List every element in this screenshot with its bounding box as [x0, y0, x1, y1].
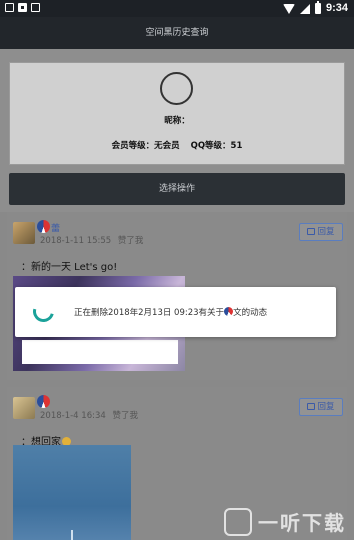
battery-icon [314, 1, 321, 14]
nickname-label: 昵称： [164, 116, 190, 126]
post-date: 2018-1-4 16:34 [40, 411, 106, 421]
post-meta: 2018-1-11 15:55 赞了我 [40, 234, 143, 246]
wifi-icon [282, 3, 295, 14]
watermark-logo-icon [224, 507, 252, 536]
post-image[interactable] [13, 445, 131, 540]
vip-badge-icon [37, 395, 50, 408]
vip-badge-icon [37, 220, 50, 233]
loading-toast: 正在删除2018年2月13日 09:23有关于 文的动态 [15, 287, 336, 337]
post-like-label: 赞了我 [117, 236, 144, 246]
reply-label: 回复 [317, 227, 335, 237]
status-time: 9:34 [325, 2, 348, 14]
vip-badge-icon [224, 307, 234, 316]
level-row: 会员等级：无会员 QQ等级：51 [10, 139, 344, 151]
post-avatar[interactable] [13, 397, 35, 419]
post-avatar[interactable] [13, 222, 35, 244]
reply-button[interactable]: 回复 [299, 223, 343, 241]
avatar[interactable] [160, 72, 193, 105]
watermark-text: 一听下载 [258, 511, 346, 535]
post-meta: 2018-1-4 16:34 赞了我 [40, 409, 138, 421]
post-text: ：新的一天 Let's go! [21, 262, 118, 273]
reply-icon [307, 228, 316, 235]
profile-card: 昵称： 会员等级：无会员 QQ等级：51 [9, 62, 345, 165]
post-author-name[interactable]: 蕾 [51, 221, 60, 234]
reply-icon [307, 403, 316, 410]
download-notification-icon [31, 3, 40, 12]
toast-message: 正在删除2018年2月13日 09:23有关于 文的动态 [74, 307, 268, 318]
qq-level: QQ等级：51 [190, 141, 243, 151]
page-title: 空间黑历史查询 [145, 28, 209, 38]
reply-label: 回复 [317, 402, 335, 412]
signal-icon [299, 3, 310, 14]
post-date: 2018-1-11 15:55 [40, 236, 112, 246]
watermark: 一听下载 [224, 507, 346, 536]
status-bar: 9:34 [0, 0, 354, 17]
feed-list[interactable]: 蕾 2018-1-11 15:55 赞了我 回复 ：新的一天 Let's go!… [0, 212, 354, 540]
notification-icon [5, 3, 14, 12]
reply-button[interactable]: 回复 [299, 398, 343, 416]
redaction-bar [22, 340, 178, 364]
loading-spinner-icon [29, 297, 58, 326]
app-bar: 空间黑历史查询 [0, 17, 354, 49]
weather-graphic [71, 530, 75, 540]
member-level: 会员等级：无会员 [111, 141, 180, 151]
post-like-label: 赞了我 [112, 411, 138, 421]
image-notification-icon [18, 3, 27, 12]
select-action-button[interactable]: 选择操作 [9, 173, 345, 205]
